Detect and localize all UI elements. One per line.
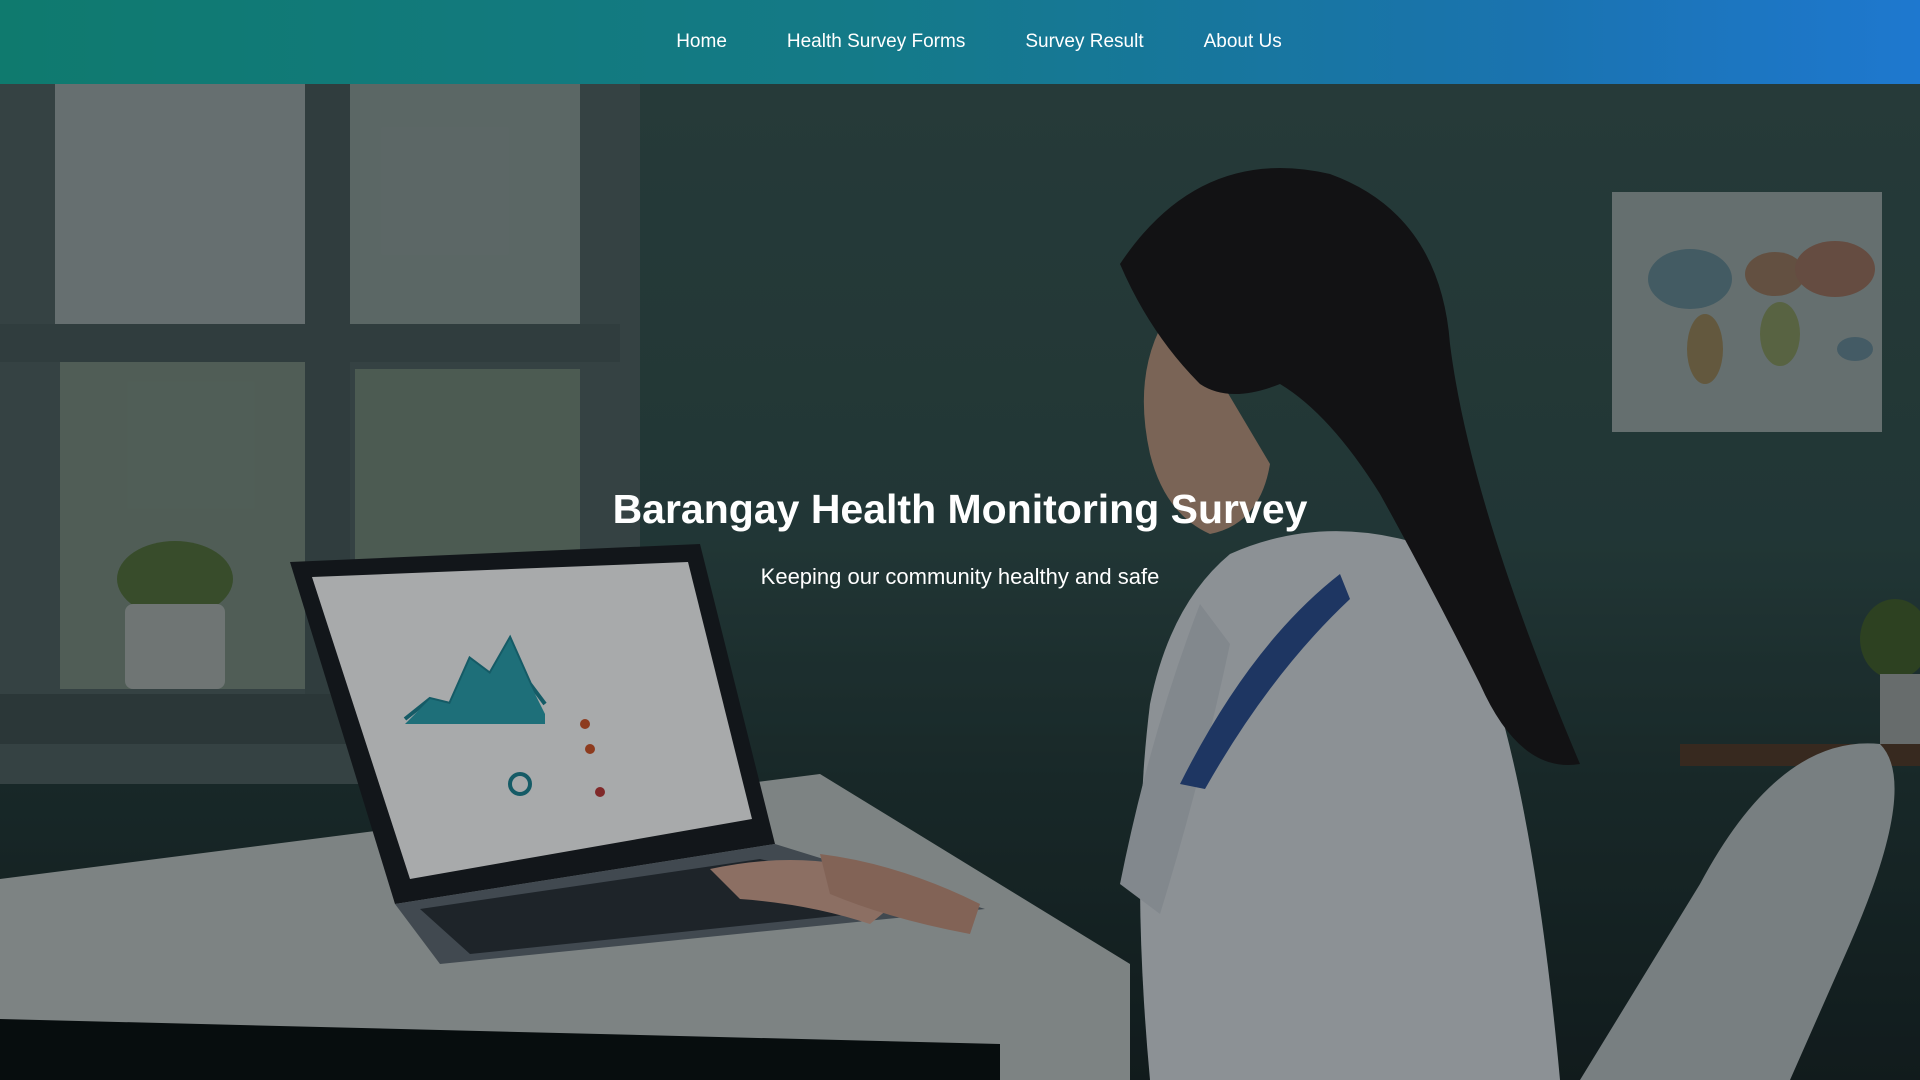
- nav-health-survey-forms-link[interactable]: Health Survey Forms: [787, 31, 965, 53]
- main-nav: Home Health Survey Forms Survey Result A…: [638, 31, 1282, 53]
- top-navbar: Home Health Survey Forms Survey Result A…: [0, 0, 1920, 84]
- nav-survey-result-link[interactable]: Survey Result: [1025, 31, 1143, 53]
- hero-section: Barangay Health Monitoring Survey Keepin…: [0, 84, 1920, 1080]
- nav-about-us-link[interactable]: About Us: [1204, 31, 1282, 53]
- hero-subtitle: Keeping our community healthy and safe: [760, 564, 1160, 589]
- nav-home-link[interactable]: Home: [676, 31, 727, 53]
- hero-title: Barangay Health Monitoring Survey: [612, 486, 1308, 532]
